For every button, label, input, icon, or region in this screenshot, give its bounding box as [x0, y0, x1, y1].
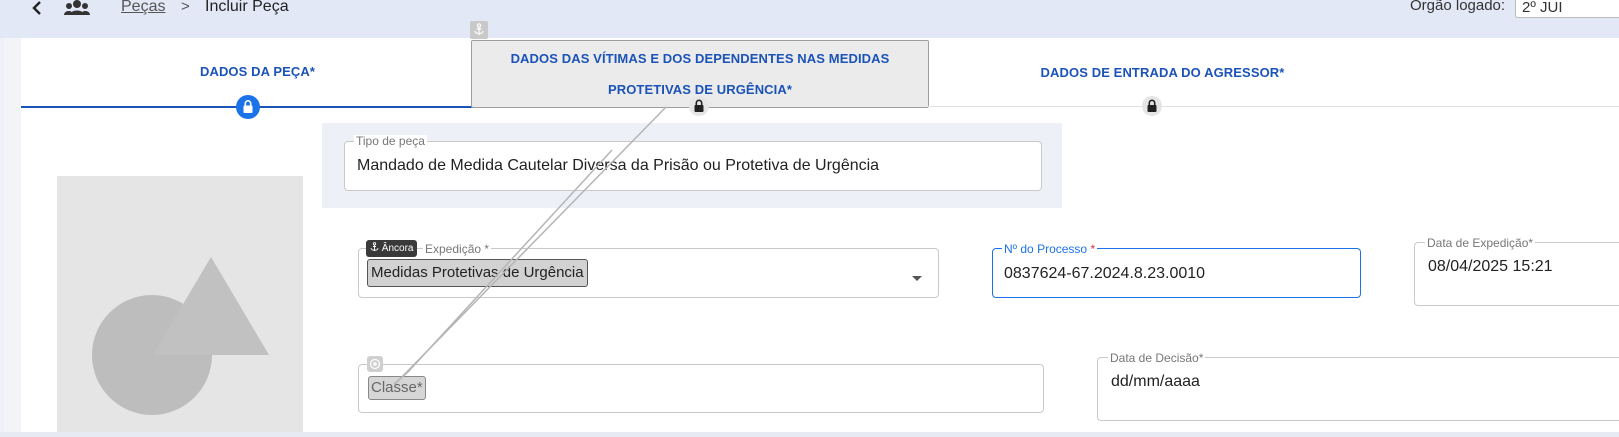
- data-expedicao-field[interactable]: Data de Expedição* 08/04/2025 15:21: [1414, 237, 1619, 306]
- tab-dados-das-vitimas-lock-icon: [689, 96, 709, 116]
- data-decisao-field[interactable]: Data de Decisão* dd/mm/aaaa: [1097, 352, 1619, 421]
- processo-label: Nº do Processo *: [1002, 242, 1098, 256]
- image-placeholder: [57, 176, 303, 432]
- chevron-left-icon[interactable]: [30, 0, 50, 16]
- anchor-badge-label: Âncora: [381, 243, 414, 254]
- anchor-handle-icon[interactable]: [470, 21, 488, 39]
- tipo-peca-value: Mandado de Medida Cautelar Diversa da Pr…: [357, 157, 880, 174]
- processo-label-text: Nº do Processo: [1004, 242, 1088, 256]
- tipo-peca-field[interactable]: Tipo de peça Mandado de Medida Cautelar …: [344, 135, 1042, 191]
- processo-field[interactable]: Nº do Processo * 0837624-67.2024.8.23.00…: [992, 243, 1361, 298]
- data-decisao-label: Data de Decisão*: [1108, 351, 1206, 365]
- classe-field[interactable]: Classe*: [358, 364, 1044, 413]
- tabs-divider: [927, 106, 1619, 107]
- target-handle-icon[interactable]: [367, 356, 383, 372]
- users-icon: [64, 0, 90, 16]
- data-expedicao-value: 08/04/2025 15:21: [1428, 258, 1553, 275]
- classe-placeholder: Classe*: [368, 376, 426, 400]
- orgao-select[interactable]: 2º JUI: [1515, 0, 1619, 18]
- expedicao-value-highlight: Medidas Protetivas de Urgência: [367, 259, 588, 287]
- processo-value: 0837624-67.2024.8.23.0010: [1004, 265, 1206, 282]
- expedicao-value: Medidas Protetivas de Urgência: [371, 264, 584, 281]
- processo-required-mark: *: [1090, 242, 1096, 256]
- orgao-value: 2º JUI: [1522, 0, 1563, 16]
- expedicao-select[interactable]: Expedição * Medidas Protetivas de Urgênc…: [358, 243, 939, 298]
- tab-dados-da-peca[interactable]: DADOS DA PEÇA*: [180, 64, 335, 79]
- tab-dados-do-agressor-lock-icon: [1142, 96, 1162, 116]
- data-decisao-value: dd/mm/aaaa: [1111, 373, 1200, 390]
- tipo-peca-label: Tipo de peça: [354, 134, 427, 148]
- page-title: Incluir Peça: [205, 0, 289, 15]
- anchor-badge: Âncora: [366, 240, 418, 257]
- breadcrumb-link-pecas[interactable]: Peças: [121, 0, 165, 16]
- orgao-label: Órgão logado:: [1410, 0, 1506, 14]
- expedicao-label: Expedição *: [423, 242, 492, 256]
- anchor-icon: [370, 242, 379, 251]
- tab-dados-das-vitimas-line1: DADOS DAS VÍTIMAS E DOS DEPENDENTES NAS …: [510, 51, 890, 66]
- caret-down-icon[interactable]: [911, 270, 923, 288]
- tab-dados-da-peca-lock-icon: [236, 95, 260, 119]
- tab-dados-de-entrada-do-agressor[interactable]: DADOS DE ENTRADA DO AGRESSOR*: [1020, 65, 1305, 80]
- tab-dados-das-vitimas-line2: PROTETIVAS DE URGÊNCIA*: [607, 82, 793, 97]
- breadcrumb-separator: >: [181, 0, 190, 15]
- shapes-placeholder-icon: [92, 257, 269, 415]
- data-expedicao-label: Data de Expedição*: [1425, 236, 1536, 250]
